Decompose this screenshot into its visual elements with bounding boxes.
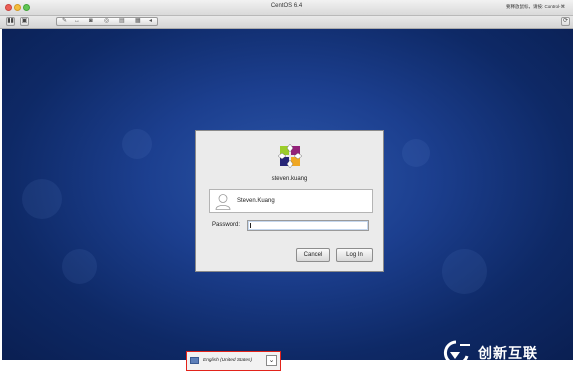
log-in-button[interactable]: Log In: [336, 248, 373, 262]
settings-icon[interactable]: ✎: [62, 18, 67, 25]
user-avatar-icon: [215, 194, 231, 210]
password-label: Password:: [212, 222, 241, 228]
background-bokeh: [402, 139, 430, 167]
login-dialog: steven.kuang Steven.Kuang Password: Canc…: [195, 130, 384, 272]
background-bokeh: [122, 129, 152, 159]
cancel-button[interactable]: Cancel: [296, 248, 330, 262]
background-bokeh: [22, 179, 62, 219]
pause-button[interactable]: ▮▮: [6, 17, 15, 26]
share-icon[interactable]: ▦: [135, 18, 141, 25]
disk-icon[interactable]: ◎: [104, 18, 109, 25]
fullscreen-icon: ⟳: [562, 18, 569, 24]
snapshot-icon: ▣: [21, 18, 28, 24]
language-label: English (United States): [203, 358, 253, 363]
background-bokeh: [62, 249, 97, 284]
usb-icon[interactable]: ▤: [119, 18, 125, 25]
hostname-label: steven.kuang: [271, 176, 308, 182]
fullscreen-button[interactable]: ⟳: [561, 17, 570, 26]
chevron-down-icon[interactable]: ⌄: [266, 355, 277, 366]
language-selector[interactable]: English (United States) ⌄: [186, 351, 281, 371]
window-title: CentOS 6.4: [270, 3, 303, 9]
user-list-item[interactable]: Steven.Kuang: [209, 189, 373, 213]
user-name-label: Steven.Kuang: [237, 198, 275, 204]
window-title-bar: CentOS 6.4 要释放鼠标，请按: Control-⌘: [0, 0, 573, 16]
password-field[interactable]: [247, 220, 369, 231]
watermark: 创新互联: [436, 337, 573, 367]
device-toolbar-group: ✎ ↔ ◙ ◎ ▤ ▦ ◂: [56, 17, 158, 26]
resize-icon[interactable]: ↔: [74, 18, 80, 25]
pause-icon: ▮▮: [7, 18, 14, 24]
centos-logo-icon: [278, 144, 302, 168]
vm-toolbar: ▮▮ ▣ ✎ ↔ ◙ ◎ ▤ ▦ ◂ ⟳: [0, 16, 573, 29]
watermark-logo-icon: [443, 340, 470, 365]
back-icon[interactable]: ◂: [149, 18, 152, 25]
text-caret: [250, 223, 251, 228]
watermark-text: 创新互联: [478, 345, 538, 361]
background-bokeh: [442, 249, 487, 294]
snapshot-button[interactable]: ▣: [20, 17, 29, 26]
lock-icon[interactable]: ◙: [89, 18, 93, 25]
mouse-release-hint: 要释放鼠标，请按: Control-⌘: [505, 4, 565, 9]
keyboard-flag-icon: [190, 357, 199, 364]
